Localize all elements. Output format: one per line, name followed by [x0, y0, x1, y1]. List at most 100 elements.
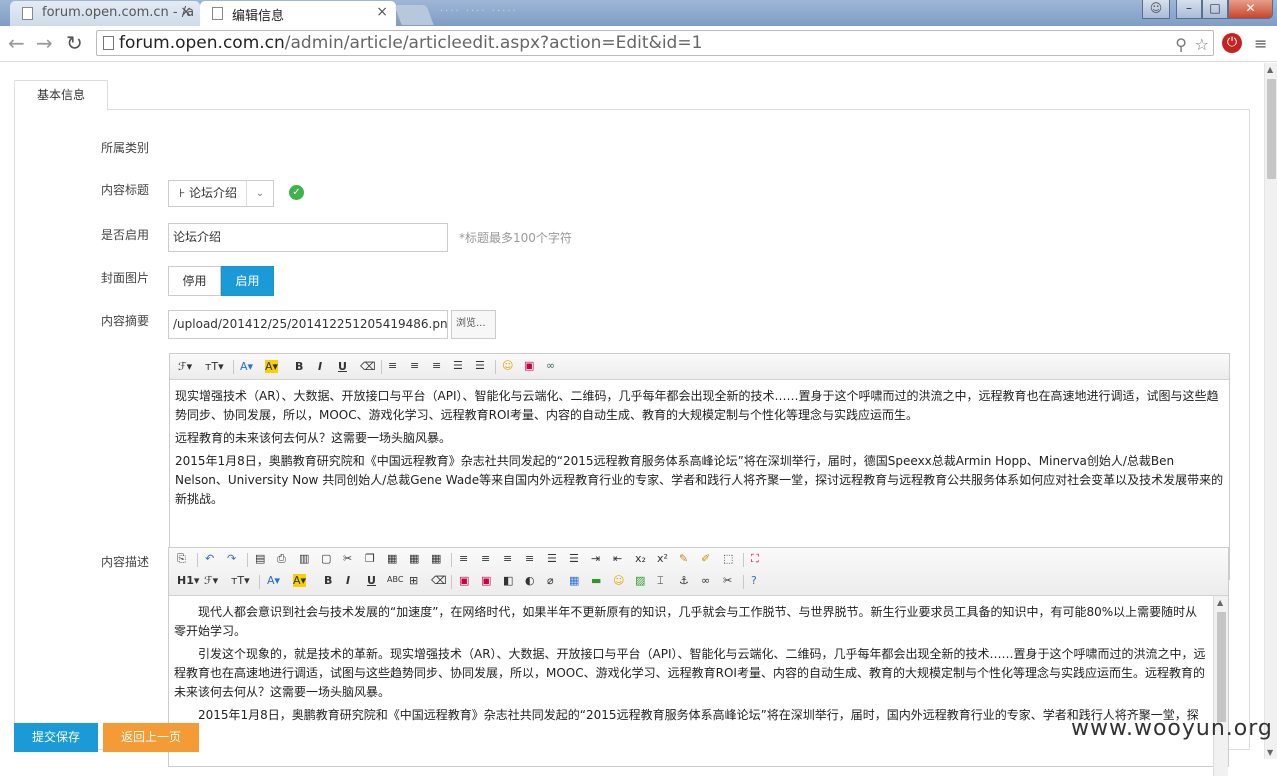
scroll-thumb[interactable] [1217, 612, 1226, 722]
attachment-icon[interactable]: ⌀ [547, 574, 554, 587]
eraser-icon[interactable]: ⌫ [360, 360, 376, 373]
preview-icon[interactable]: ▤ [255, 552, 265, 565]
unordered-list-icon[interactable]: ☰ [475, 359, 485, 372]
cut-icon[interactable]: ✂ [343, 552, 352, 565]
italic-icon[interactable]: I [318, 360, 322, 373]
disable-button[interactable]: 停用 [168, 266, 221, 296]
emoticon-icon[interactable]: ☺ [502, 359, 513, 372]
ordered-list-icon[interactable]: ☰ [547, 552, 557, 565]
editor-scrollbar[interactable]: ▲ [1213, 596, 1228, 776]
pagebreak-icon[interactable]: ⌶ [657, 574, 664, 588]
media-icon[interactable]: ◐ [525, 574, 535, 587]
image-icon[interactable]: ▣ [524, 359, 534, 372]
font-color-icon[interactable]: A▾ [240, 360, 253, 373]
forward-arrow-icon[interactable]: → [36, 31, 53, 55]
star-icon[interactable]: ☆ [1195, 33, 1209, 57]
highlight-icon[interactable]: A▾ [293, 574, 307, 587]
align-right-icon[interactable]: ≡ [432, 359, 441, 372]
new-tab-button[interactable] [394, 5, 434, 25]
summary-editor[interactable]: ℱ▾ тT▾ A▾ A▾ B I U ⌫ ≡ ≡ ≡ ☰ ☰ ☺ ▣ ∞ 现实增… [169, 353, 1230, 580]
heading-icon[interactable]: H1▾ [177, 574, 199, 587]
hr-icon[interactable]: ▬ [591, 574, 601, 587]
italic-icon[interactable]: I [346, 574, 350, 587]
bold-icon[interactable]: B [324, 574, 332, 587]
superscript-icon[interactable]: x² [657, 552, 668, 565]
bold-icon[interactable]: B [295, 360, 303, 373]
title-input[interactable]: 论坛介绍 [168, 223, 448, 252]
scroll-thumb[interactable] [1267, 79, 1276, 179]
description-editor[interactable]: ⎘ ↶ ↷ ▤ ⎙ ▥ ▢ ✂ ❐ ▦ ▦ ▦ ≡ ≡ ≡ ≡ ☰ ☰ ⇥ ⇤ … [168, 547, 1229, 776]
redo-icon[interactable]: ↷ [227, 552, 236, 565]
unlink-icon[interactable]: ✂ [723, 574, 732, 587]
multi-image-icon[interactable]: ▣ [481, 574, 491, 587]
address-bar[interactable]: forum.open.com.cn/admin/article/articlee… [96, 30, 1214, 56]
emoticon-icon[interactable]: ☺ [613, 574, 624, 587]
flash-icon[interactable]: ◧ [503, 574, 513, 587]
scroll-up-icon[interactable]: ▲ [1217, 598, 1223, 607]
user-icon[interactable]: ☺ [1142, 0, 1170, 19]
description-content[interactable]: 现代人都会意识到社会与技术发展的“加速度”，在网络时代，如果半年不更新原有的知识… [169, 603, 1228, 748]
unordered-list-icon[interactable]: ☰ [569, 552, 579, 565]
template-icon[interactable]: ▥ [299, 552, 309, 565]
underline-icon[interactable]: U [338, 360, 347, 373]
align-left-icon[interactable]: ≡ [459, 552, 468, 565]
clear-format-icon[interactable]: ✎ [679, 552, 688, 565]
underline-icon[interactable]: U [367, 574, 376, 587]
align-center-icon[interactable]: ≡ [410, 359, 419, 372]
font-size-icon[interactable]: тT▾ [205, 360, 224, 373]
save-button[interactable]: 提交保存 [14, 723, 98, 752]
close-icon[interactable]: × [376, 4, 388, 20]
justify-icon[interactable]: ≡ [525, 552, 534, 565]
map-icon[interactable]: ▨ [635, 574, 645, 587]
select-all-icon[interactable]: ⬚ [723, 552, 733, 565]
code-icon[interactable]: ▢ [321, 552, 331, 565]
align-right-icon[interactable]: ≡ [503, 552, 512, 565]
paste-text-icon[interactable]: ▦ [409, 552, 419, 565]
back-button[interactable]: 返回上一页 [103, 723, 199, 752]
browser-tab-edit[interactable]: 编辑信息 × [200, 1, 396, 26]
font-family-icon[interactable]: ℱ▾ [178, 360, 192, 373]
maximize-button[interactable]: □ [1202, 0, 1228, 19]
scroll-up-icon[interactable]: ▲ [1267, 65, 1273, 74]
chevron-down-icon[interactable]: ⌄ [246, 181, 273, 206]
font-family-icon[interactable]: ℱ▾ [204, 574, 218, 587]
font-size-icon[interactable]: тT▾ [231, 574, 250, 587]
browse-button[interactable]: 浏览... [451, 310, 496, 339]
fullscreen-icon[interactable]: ⛶ [751, 552, 759, 566]
browser-tab-forum[interactable]: forum.open.com.cn - /a × [10, 1, 200, 26]
format-painter-icon[interactable]: ✐ [701, 552, 710, 565]
help-icon[interactable]: ? [751, 574, 757, 587]
extension-icon[interactable]: ⏻ [1222, 33, 1242, 53]
link-icon[interactable]: ∞ [546, 359, 555, 372]
search-icon[interactable]: ⚲ [1175, 33, 1187, 57]
ordered-list-icon[interactable]: ☰ [453, 359, 463, 372]
insert-table-icon[interactable]: ▦ [569, 574, 579, 587]
reload-icon[interactable]: ↻ [66, 31, 83, 55]
enable-button[interactable]: 启用 [221, 266, 274, 296]
minimize-button[interactable]: – [1176, 0, 1202, 19]
eraser-icon[interactable]: ⌫ [431, 574, 447, 587]
tab-basic-info[interactable]: 基本信息 [14, 80, 108, 111]
indent-icon[interactable]: ⇥ [591, 552, 600, 565]
category-select[interactable]: ⊦ 论坛介绍 ⌄ [168, 180, 274, 207]
image-icon[interactable]: ▣ [459, 574, 469, 587]
align-left-icon[interactable]: ≡ [388, 359, 397, 372]
link-icon[interactable]: ∞ [701, 574, 710, 587]
print-icon[interactable]: ⎙ [277, 552, 286, 566]
outdent-icon[interactable]: ⇤ [613, 552, 622, 565]
undo-icon[interactable]: ↶ [205, 552, 214, 565]
highlight-icon[interactable]: A▾ [265, 360, 279, 373]
strikethrough-icon[interactable]: ABC [387, 575, 403, 584]
align-center-icon[interactable]: ≡ [481, 552, 490, 565]
paste-icon[interactable]: ▦ [387, 552, 397, 565]
table-icon[interactable]: ⊞ [409, 574, 418, 587]
font-color-icon[interactable]: A▾ [267, 574, 280, 587]
anchor-icon[interactable]: ⚓ [679, 574, 689, 587]
menu-icon[interactable]: ≡ [1254, 34, 1267, 53]
cover-path-input[interactable]: /upload/201412/25/201412251205419486.png [168, 310, 448, 339]
paste-word-icon[interactable]: ▦ [431, 552, 441, 565]
scroll-down-icon[interactable]: ▼ [1267, 748, 1273, 757]
page-scrollbar[interactable]: ▲ ▼ [1264, 63, 1277, 759]
window-close-button[interactable]: ✕ [1228, 0, 1273, 19]
subscript-icon[interactable]: x₂ [635, 552, 646, 565]
